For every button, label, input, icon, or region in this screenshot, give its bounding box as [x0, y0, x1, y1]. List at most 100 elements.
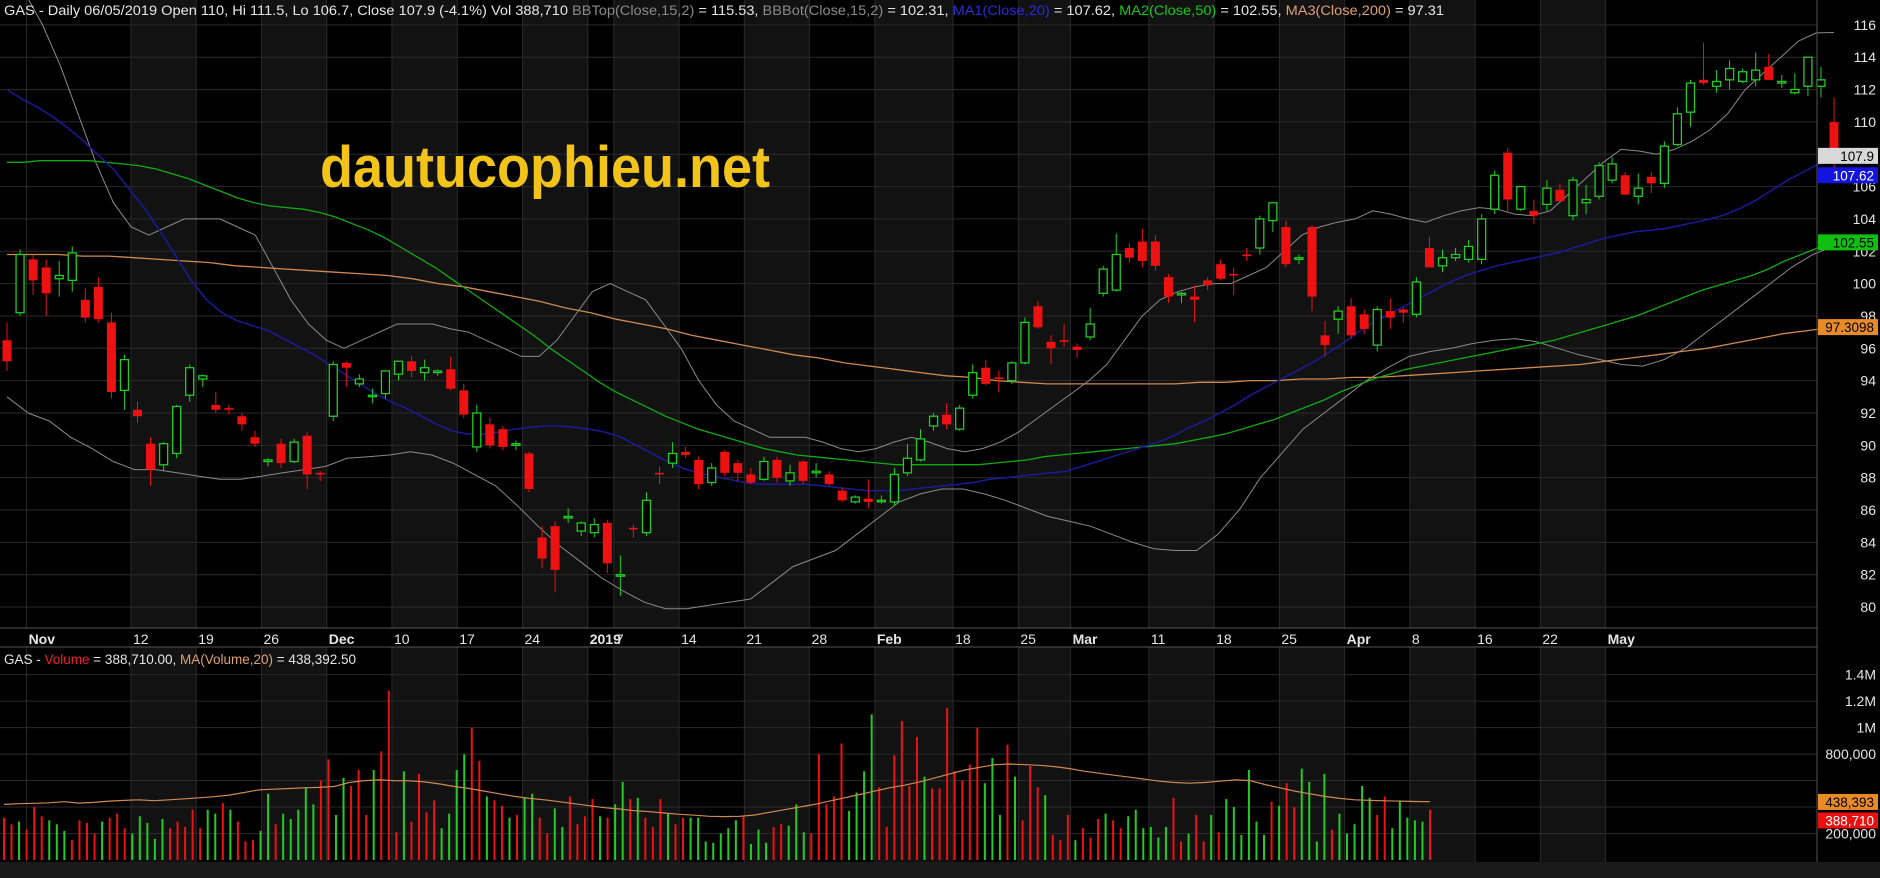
candle-body-down [1124, 248, 1134, 258]
bottom-strip [0, 862, 1880, 878]
candle-body-down [628, 527, 638, 530]
legend-ma1-label: MA1(Close,20) [953, 3, 1050, 18]
candle-body-up [1372, 308, 1382, 346]
candle-body-down [746, 474, 756, 483]
candle-body-up [1020, 321, 1030, 364]
candle-body-down [981, 367, 991, 384]
date-tick-label: 28 [812, 631, 828, 647]
candle-body-up [198, 375, 208, 380]
candle-body-down [2, 340, 12, 362]
candle-body-up [1411, 281, 1422, 315]
candle-body-down [133, 409, 142, 417]
candle-body-up [1803, 56, 1813, 87]
candle-body-down [1646, 176, 1656, 184]
candle-body-down [1203, 280, 1213, 286]
candle-body-up [1516, 185, 1526, 210]
candle-body-down [80, 299, 90, 318]
candle-body-up [589, 523, 599, 534]
volume-legend-value: = 388,710.00, [90, 652, 180, 667]
candle-body-up [876, 499, 886, 503]
candle-body-down [1059, 340, 1069, 342]
candle-body-up [1751, 69, 1761, 81]
week-band [1148, 0, 1215, 628]
candle-body-down [863, 498, 873, 502]
candle-body-down [524, 453, 534, 490]
candle-body-down [1242, 254, 1252, 257]
candle-body-up [158, 443, 169, 466]
candle-body-up [171, 405, 182, 455]
candle-body-down [459, 390, 469, 415]
week-band [1540, 0, 1606, 628]
week-band [744, 0, 810, 628]
candle-body-up [1790, 88, 1800, 94]
candle-body-down [655, 472, 664, 475]
price-tick-label: 88 [1860, 470, 1876, 486]
candle-body-up [1738, 71, 1748, 83]
price-tick-label: 84 [1860, 534, 1876, 550]
legend-ma2-label: MA2(Close,50) [1119, 3, 1216, 18]
candle-body-down [41, 267, 51, 294]
candle-body-up [419, 367, 430, 374]
candle-body-up [1685, 82, 1696, 113]
candle-body-down [720, 451, 730, 473]
candle-body-up [1711, 80, 1722, 87]
date-tick-label: 21 [746, 631, 762, 647]
candle-body-down [681, 451, 691, 456]
candle-body-down [798, 461, 808, 481]
candle-body-down [1033, 306, 1043, 328]
vol-ma-badge: 438,393 [1825, 795, 1874, 810]
candle-body-down [407, 361, 417, 371]
date-tick-label: 18 [1216, 631, 1232, 647]
volume-legend-prefix: GAS - [4, 652, 45, 667]
date-tick-label: 16 [1477, 631, 1493, 647]
candle-body-down [694, 459, 704, 485]
candle-body-up [472, 412, 482, 448]
price-tick-label: 116 [1854, 17, 1877, 33]
candle-body-down [1359, 314, 1369, 329]
candle-body-down [341, 362, 351, 368]
date-tick-label: 14 [681, 631, 697, 647]
candle-body-up [1477, 218, 1487, 261]
candle-body-down [302, 435, 312, 475]
candle-body-down [733, 463, 743, 473]
date-tick-label: 8 [1412, 631, 1420, 647]
candle-body-up [367, 394, 378, 398]
candle-body-down [1503, 152, 1513, 200]
candle-body-down [602, 522, 612, 564]
ma1-badge: 107.62 [1833, 168, 1874, 183]
volume-tick-label: 800,000 [1825, 746, 1876, 762]
candle-body-up [354, 378, 365, 385]
candle-body-up [1007, 362, 1017, 382]
price-tick-label: 100 [1853, 276, 1877, 292]
candle-body-down [1385, 311, 1395, 318]
ma3-badge: 97.3098 [1825, 320, 1874, 335]
candle-body-up [1581, 198, 1591, 204]
stock-chart[interactable]: dautucophieu.net 80828486889092949698100… [0, 0, 1880, 878]
date-tick-label: Feb [877, 631, 902, 647]
candle-body-down [28, 259, 38, 281]
candle-body-up [1268, 202, 1278, 222]
candle-body-down [1529, 210, 1539, 216]
candle-body-down [772, 459, 782, 478]
candle-body-down [146, 443, 156, 470]
candle-body-up [850, 496, 860, 503]
week-band [1018, 0, 1071, 628]
candle-body-up [707, 467, 717, 484]
candle-body-up [1450, 253, 1461, 259]
candle-body-down [237, 416, 247, 425]
legend-ma3-value: = 97.31 [1391, 3, 1444, 18]
candle-body-up [263, 459, 273, 463]
candle-body-down [446, 369, 456, 389]
candle-body-up [928, 415, 939, 427]
candle-body-up [785, 472, 795, 482]
candle-body-down [1346, 306, 1356, 336]
date-tick-label: May [1608, 631, 1635, 647]
candle-body-down [994, 377, 1004, 380]
close-badge: 107.9 [1840, 149, 1874, 164]
date-tick-label: Mar [1073, 631, 1098, 647]
legend-bbbot-label: BBBot(Close,15,2) [763, 3, 884, 18]
date-tick-label: 11 [1151, 631, 1166, 647]
candle-body-up [432, 370, 443, 374]
candle-body-down [250, 437, 260, 444]
candle-body-down [1699, 79, 1708, 84]
